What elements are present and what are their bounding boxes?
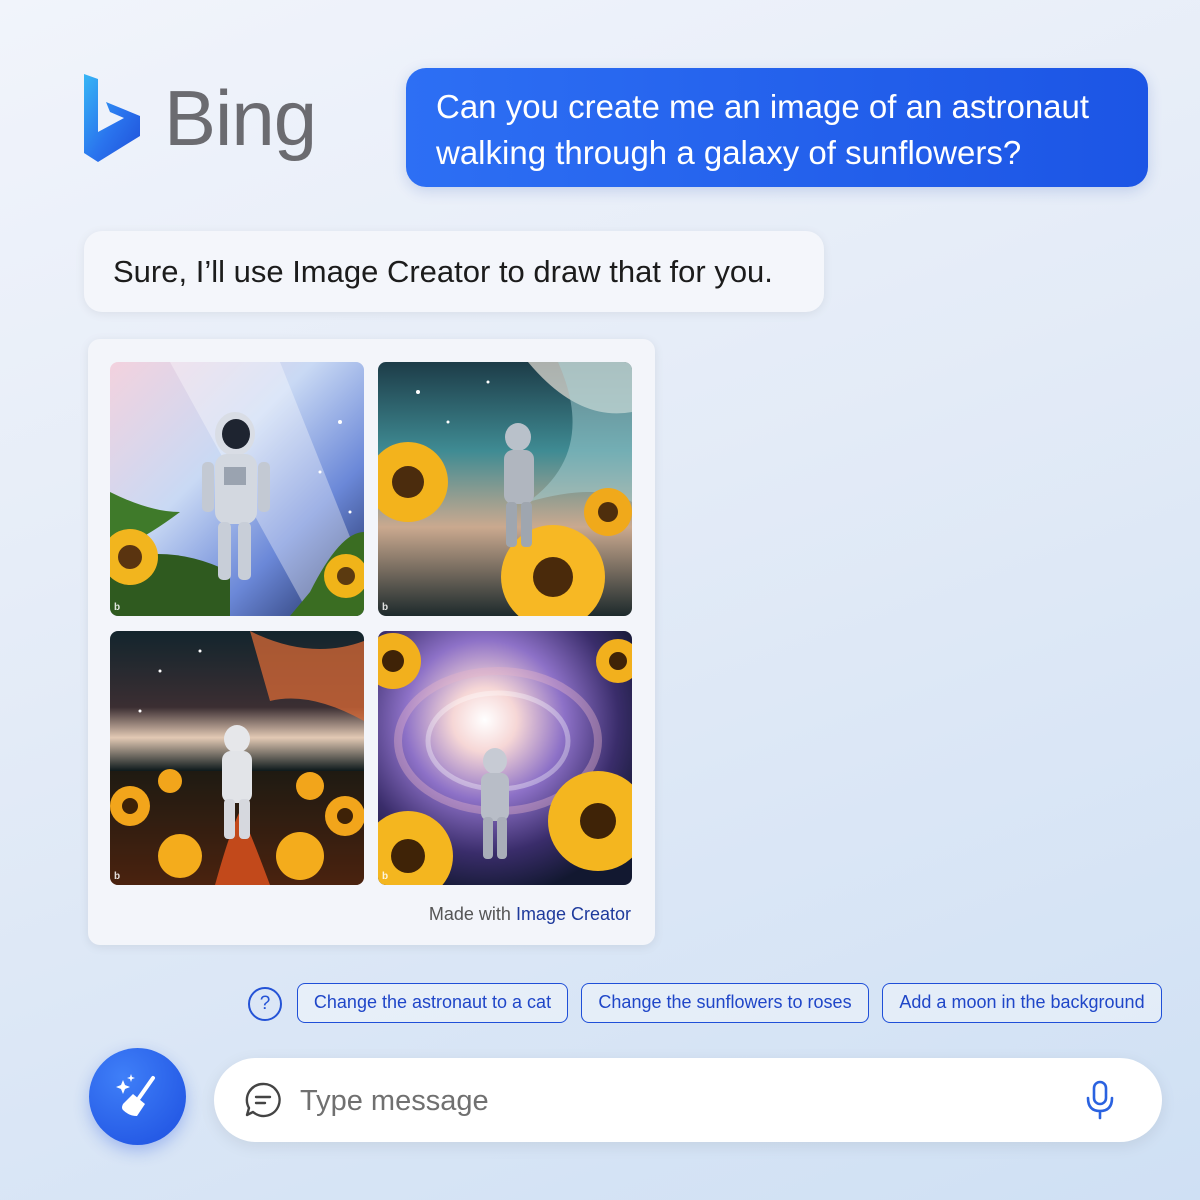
bot-message-text: Sure, I’ll use Image Creator to draw tha… [113,254,773,289]
user-message-bubble: Can you create me an image of an astrona… [406,68,1148,187]
microphone-icon[interactable] [1084,1080,1116,1120]
caption-prefix: Made with [428,904,511,924]
bing-logo: Bing [80,72,317,164]
generated-image-4[interactable]: b [378,631,632,885]
image-creator-caption: Made with Image Creator [429,904,631,925]
image-badge: b [114,871,121,882]
message-composer [214,1058,1162,1142]
message-input[interactable] [298,1075,1062,1127]
bot-message-bubble: Sure, I’ll use Image Creator to draw tha… [84,231,824,312]
image-creator-card: b b b b Made with Image Creator [88,339,655,945]
user-message-text: Can you create me an image of an astrona… [436,88,1090,171]
broom-sparkle-icon [116,1074,155,1116]
generated-image-3[interactable]: b [110,631,364,885]
generated-image-1[interactable]: b [110,362,364,616]
suggestion-chip-cat[interactable]: Change the astronaut to a cat [297,983,568,1023]
image-badge: b [382,871,389,882]
suggestion-chip-roses[interactable]: Change the sunflowers to roses [581,983,869,1023]
image-badge: b [382,602,389,613]
help-icon[interactable]: ? [248,987,282,1021]
image-badge: b [114,602,121,613]
generated-image-2[interactable]: b [378,362,632,616]
chat-bubble-icon [245,1082,281,1118]
image-creator-link[interactable]: Image Creator [516,904,631,924]
new-topic-button[interactable] [89,1048,186,1145]
brand-name: Bing [164,74,317,162]
suggestion-chip-moon[interactable]: Add a moon in the background [882,983,1162,1023]
bing-logo-icon [84,74,140,162]
